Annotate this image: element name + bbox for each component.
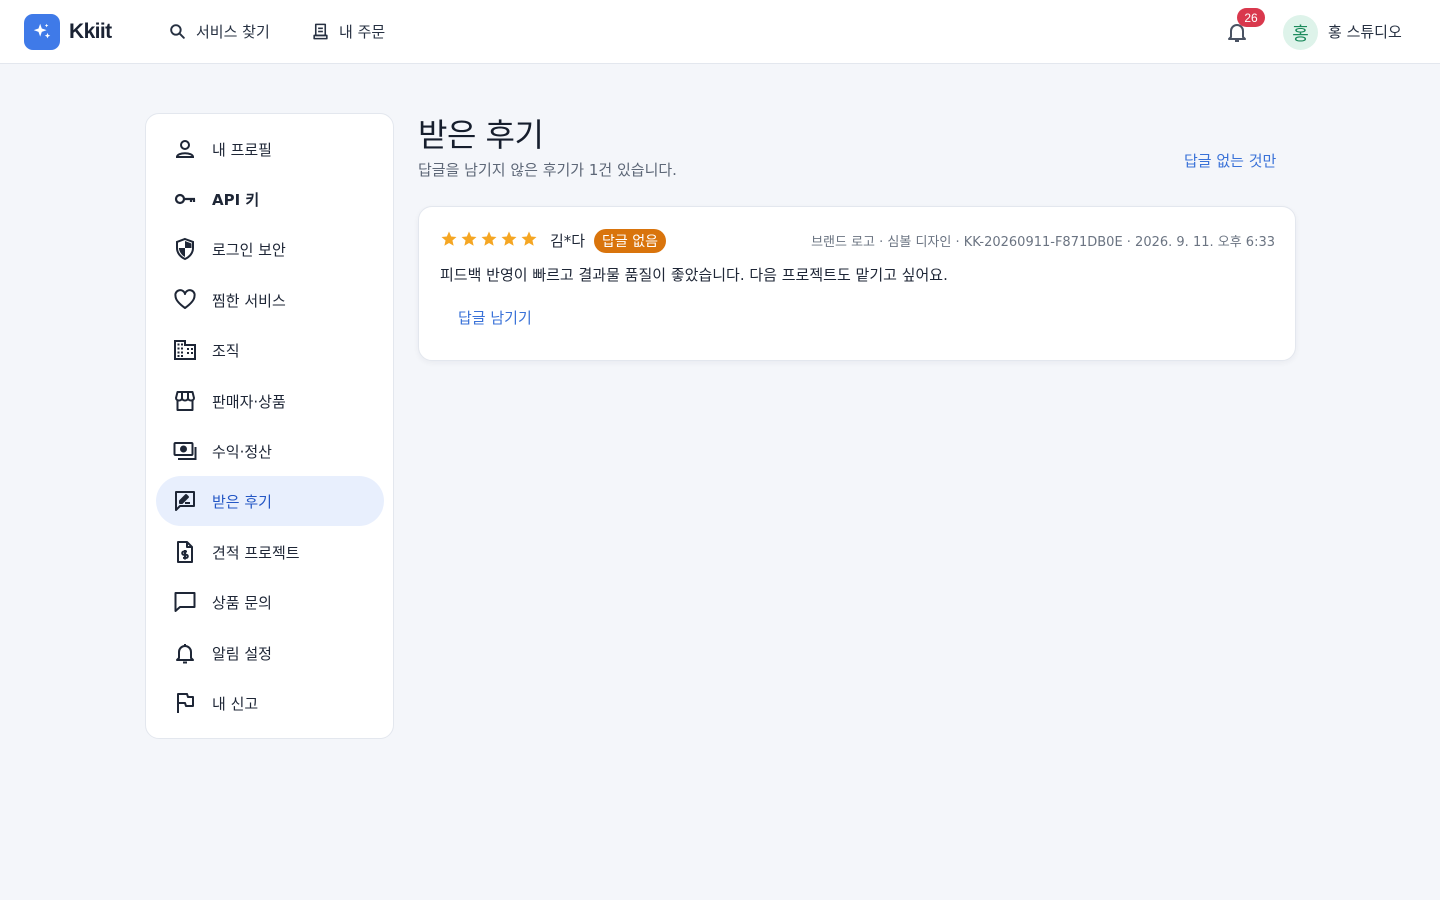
sidebar-item-api-key[interactable]: API 키 — [156, 174, 384, 224]
sidebar-item-label: 내 신고 — [212, 695, 259, 713]
heart-icon — [174, 289, 196, 309]
star-icon — [441, 231, 457, 246]
sidebar-item-login-security[interactable]: 로그인 보안 — [156, 224, 384, 274]
star-icon — [521, 231, 537, 246]
nav-find-services[interactable]: 서비스 찾기 — [168, 21, 270, 42]
brand-logo[interactable]: Kkiit — [24, 14, 112, 50]
sidebar-item-label: 로그인 보안 — [212, 241, 286, 259]
person-icon — [175, 140, 195, 158]
write-reply-button[interactable]: 답글 남기기 — [458, 307, 532, 328]
nav-my-orders[interactable]: 내 주문 — [311, 21, 385, 42]
star-rating — [440, 230, 540, 248]
invoice-dollar-icon — [177, 541, 193, 563]
flag-icon — [177, 693, 194, 713]
sidebar-item-organization[interactable]: 조직 — [156, 325, 384, 375]
bell-icon — [176, 644, 194, 664]
sidebar-item-label: 알림 설정 — [212, 645, 272, 663]
storefront-icon — [175, 391, 195, 411]
sidebar-item-label: 조직 — [212, 342, 240, 360]
sidebar-item-earnings[interactable]: 수익·정산 — [156, 426, 384, 476]
nav-find-services-label: 서비스 찾기 — [196, 23, 270, 41]
reviewer-name: 김*다 — [550, 232, 586, 250]
payments-icon — [173, 442, 197, 460]
review-card: 김*다 답글 없음 브랜드 로고 · 심볼 디자인 · KK-20260911-… — [418, 206, 1296, 361]
sidebar-item-quote-projects[interactable]: 견적 프로젝트 — [156, 527, 384, 577]
notification-count-badge: 26 — [1237, 8, 1265, 27]
sidebar-item-label: 견적 프로젝트 — [212, 544, 300, 562]
page-subtitle: 답글을 남기지 않은 후기가 1건 있습니다. — [418, 161, 677, 179]
sidebar-item-profile[interactable]: 내 프로필 — [156, 124, 384, 174]
sidebar-item-label: 내 프로필 — [212, 141, 272, 159]
search-icon — [170, 24, 185, 39]
top-bar: Kkiit 서비스 찾기 내 주문 26 홍 홍 스튜디오 — [0, 0, 1440, 64]
sidebar-item-label: 수익·정산 — [212, 443, 272, 461]
star-icon — [461, 231, 477, 246]
review-meta: 브랜드 로고 · 심볼 디자인 · KK-20260911-F871DB0E ·… — [811, 235, 1275, 250]
sidebar-item-label: API 키 — [212, 191, 260, 209]
page-title: 받은 후기 — [418, 116, 544, 154]
building-icon — [174, 340, 196, 360]
sidebar-item-my-reports[interactable]: 내 신고 — [156, 678, 384, 728]
sidebar-item-product-inquiries[interactable]: 상품 문의 — [156, 577, 384, 627]
sidebar-item-seller-products[interactable]: 판매자·상품 — [156, 376, 384, 426]
status-badge: 답글 없음 — [594, 229, 666, 253]
sidebar-item-label: 판매자·상품 — [212, 393, 286, 411]
sidebar-item-wishlist[interactable]: 찜한 서비스 — [156, 275, 384, 325]
sparkle-icon — [24, 14, 60, 50]
sidebar-item-label: 받은 후기 — [212, 493, 272, 511]
chat-bubble-icon — [174, 592, 196, 612]
review-text: 피드백 반영이 빠르고 결과물 품질이 좋았습니다. 다음 프로젝트도 맡기고 … — [440, 266, 948, 284]
shield-icon — [176, 237, 194, 261]
sidebar-item-label: 상품 문의 — [212, 594, 272, 612]
unanswered-only-filter[interactable]: 답글 없는 것만 — [1184, 150, 1276, 171]
brand-name: Kkiit — [69, 20, 112, 43]
sidebar-item-notification-settings[interactable]: 알림 설정 — [156, 628, 384, 678]
account-sidebar: 내 프로필 API 키 로그인 보안 찜한 서비스 조직 판매자·상품 수익·정… — [145, 113, 394, 739]
sidebar-item-label: 찜한 서비스 — [212, 292, 286, 310]
key-icon — [174, 193, 196, 205]
avatar[interactable]: 홍 — [1283, 15, 1318, 50]
star-icon — [501, 231, 517, 246]
nav-my-orders-label: 내 주문 — [339, 23, 386, 41]
star-icon — [481, 231, 497, 246]
user-name[interactable]: 홍 스튜디오 — [1328, 21, 1402, 42]
sidebar-item-received-reviews[interactable]: 받은 후기 — [156, 476, 384, 526]
receipt-icon — [313, 23, 328, 40]
rate-review-icon — [175, 491, 195, 511]
